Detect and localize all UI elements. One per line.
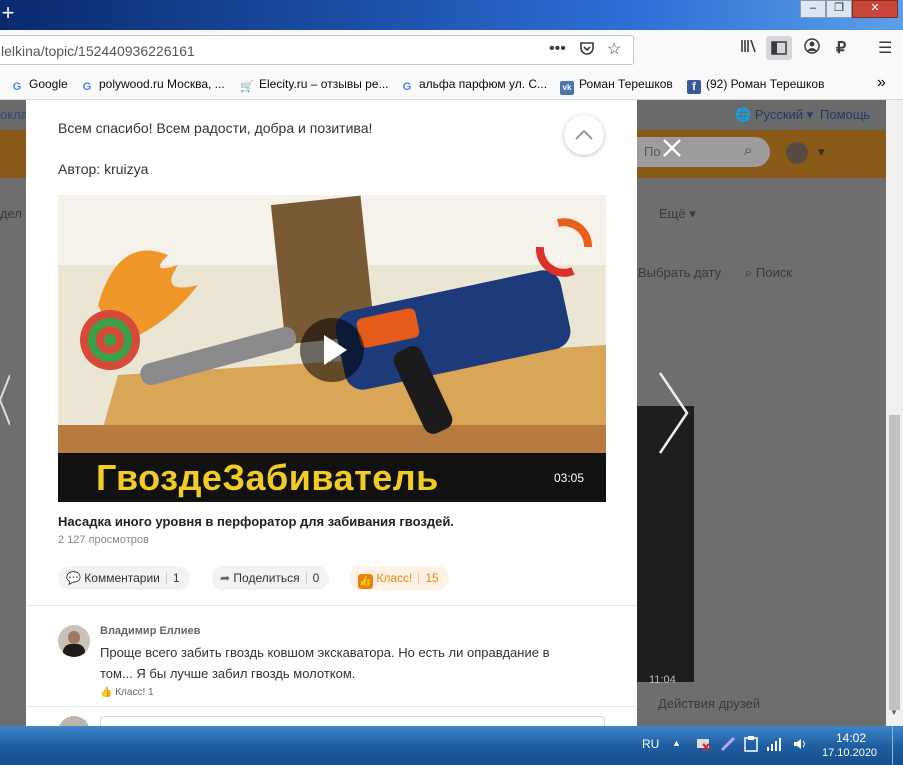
my-avatar xyxy=(58,716,90,726)
comment-text-line1: Проще всего забить гвоздь ковшом экскава… xyxy=(100,645,550,660)
more-actions-icon[interactable]: ••• xyxy=(549,40,566,58)
video-player[interactable]: ГвоздеЗабиватель 03:05 xyxy=(58,195,606,502)
cart-icon: 🛒 xyxy=(240,81,254,93)
comment-author[interactable]: Владимир Еллиев xyxy=(100,625,200,637)
site-friends-actions[interactable]: Действия друзей xyxy=(658,696,760,711)
google-icon: G xyxy=(12,81,22,93)
search-icon[interactable]: ⌕ xyxy=(744,142,752,159)
comment-avatar[interactable] xyxy=(58,625,90,657)
tray-expand-icon[interactable]: ▲ xyxy=(672,738,681,748)
scroll-up-button[interactable] xyxy=(564,115,604,155)
comment-bubble-icon: 💬 xyxy=(66,571,81,585)
page-scrollbar[interactable]: ▼ xyxy=(886,100,903,726)
post-text-thanks: Всем спасибо! Всем радости, добра и пози… xyxy=(58,120,373,136)
video-thumbnail-image xyxy=(58,195,606,502)
thumbs-up-icon: 👍 xyxy=(100,687,116,698)
divider xyxy=(26,605,637,606)
url-bar[interactable]: lelkina/topic/152440936226161 ••• ☆ xyxy=(0,35,634,65)
globe-icon: 🌐 xyxy=(735,107,755,122)
site-choose-date[interactable]: Выбрать дату xyxy=(638,265,721,280)
taskbar-language[interactable]: RU xyxy=(642,737,659,751)
bookmark-star-icon[interactable]: ☆ xyxy=(607,39,621,59)
bookmark-polywood[interactable]: Gpolywood.ru Москва, ... xyxy=(80,77,225,94)
sidebar-toggle-icon[interactable] xyxy=(766,36,792,60)
video-views: 2 127 просмотров xyxy=(58,534,149,546)
avatar[interactable] xyxy=(786,142,808,164)
site-help-link[interactable]: Помощь xyxy=(820,107,870,122)
site-language-link[interactable]: 🌐 Русский ▾ xyxy=(735,107,813,123)
pocket-icon[interactable] xyxy=(579,40,595,61)
library-icon[interactable] xyxy=(740,38,758,59)
like-button[interactable]: 👍 Класс! 15 xyxy=(350,566,449,590)
comment-input[interactable] xyxy=(100,716,605,726)
share-arrow-icon: ➦ xyxy=(220,571,231,585)
bookmark-facebook-roman[interactable]: f (92) Роман Терешков xyxy=(687,77,824,94)
post-author: Автор: kruizya xyxy=(58,161,149,177)
ruble-extension-icon[interactable]: ₽ xyxy=(836,38,846,58)
video-banner-text: ГвоздеЗабиватель xyxy=(96,457,439,498)
clipboard-icon[interactable] xyxy=(744,736,758,755)
bookmark-elecity[interactable]: 🛒 Elecity.ru – отзывы ре... xyxy=(240,77,388,94)
video-title[interactable]: Насадка иного уровня в перфоратор для за… xyxy=(58,514,454,529)
taskbar-date[interactable]: 17.10.2020 xyxy=(822,747,877,759)
new-tab-plus-icon[interactable]: + xyxy=(0,2,16,24)
signal-bars-icon[interactable] xyxy=(766,736,782,755)
vk-icon: vk xyxy=(560,81,574,95)
bookmark-google[interactable]: G Google xyxy=(10,77,68,94)
share-button[interactable]: ➦ Поделиться 0 xyxy=(212,566,330,590)
bookmarks-bar: G Google Gpolywood.ru Москва, ... 🛒 Elecit… xyxy=(0,70,903,100)
divider xyxy=(26,706,637,707)
google-icon: G xyxy=(82,81,92,93)
site-left-nav-cut: дел xyxy=(0,206,22,221)
google-icon: G xyxy=(402,81,412,93)
prev-arrow-icon[interactable] xyxy=(0,370,11,435)
search-icon: ⌕ xyxy=(745,265,756,280)
account-icon[interactable] xyxy=(804,38,820,59)
taskbar-time[interactable]: 14:02 xyxy=(836,731,866,745)
browser-navbar: lelkina/topic/152440936226161 ••• ☆ ₽ ☰ xyxy=(0,30,903,70)
chevron-down-icon[interactable]: ▾ xyxy=(818,144,825,160)
site-more-menu[interactable]: Ещё ▾ xyxy=(659,206,696,222)
bookmark-alfa-parfum[interactable]: Gальфа парфюм ул. С... xyxy=(400,77,547,94)
network-error-icon[interactable] xyxy=(695,736,711,755)
comment-like-button[interactable]: 👍 Класс! 1 xyxy=(100,687,154,698)
video-duration: 03:05 xyxy=(554,471,585,485)
volume-icon[interactable] xyxy=(792,736,808,755)
url-text[interactable]: lelkina/topic/152440936226161 xyxy=(1,43,195,59)
minimize-button[interactable]: ‒ xyxy=(800,0,826,18)
comments-button[interactable]: 💬 Комментарии 1 xyxy=(58,566,190,590)
scroll-down-arrow-icon[interactable]: ▼ xyxy=(890,708,898,717)
windows-taskbar: RU ▲ 14:02 17.10.2020 xyxy=(0,726,903,765)
topic-modal: Всем спасибо! Всем радости, добра и пози… xyxy=(26,100,637,726)
next-arrow-icon[interactable] xyxy=(657,370,691,461)
facebook-icon: f xyxy=(687,80,701,94)
close-icon[interactable] xyxy=(662,138,682,163)
close-window-button[interactable]: ✕ xyxy=(852,0,898,18)
chevron-up-icon xyxy=(575,129,593,140)
bookmark-vk-roman[interactable]: vk Роман Терешков xyxy=(560,77,673,95)
site-search-link[interactable]: ⌕ Поиск xyxy=(745,265,792,281)
scrollbar-thumb[interactable] xyxy=(889,415,900,710)
comment-text-line2: том... Я бы лучше забил гвоздь молотком. xyxy=(100,666,356,681)
maximize-button[interactable]: ❐ xyxy=(826,0,852,18)
menu-hamburger-icon[interactable]: ☰ xyxy=(878,38,892,58)
show-desktop-button[interactable] xyxy=(892,726,903,765)
site-left-cut-text: окла xyxy=(0,107,28,122)
thumbs-up-icon: 👍 xyxy=(358,574,373,589)
bookmarks-overflow-icon[interactable]: » xyxy=(877,74,886,92)
window-titlebar: + ‒ ❐ ✕ xyxy=(0,0,903,30)
pen-icon[interactable] xyxy=(720,736,736,755)
